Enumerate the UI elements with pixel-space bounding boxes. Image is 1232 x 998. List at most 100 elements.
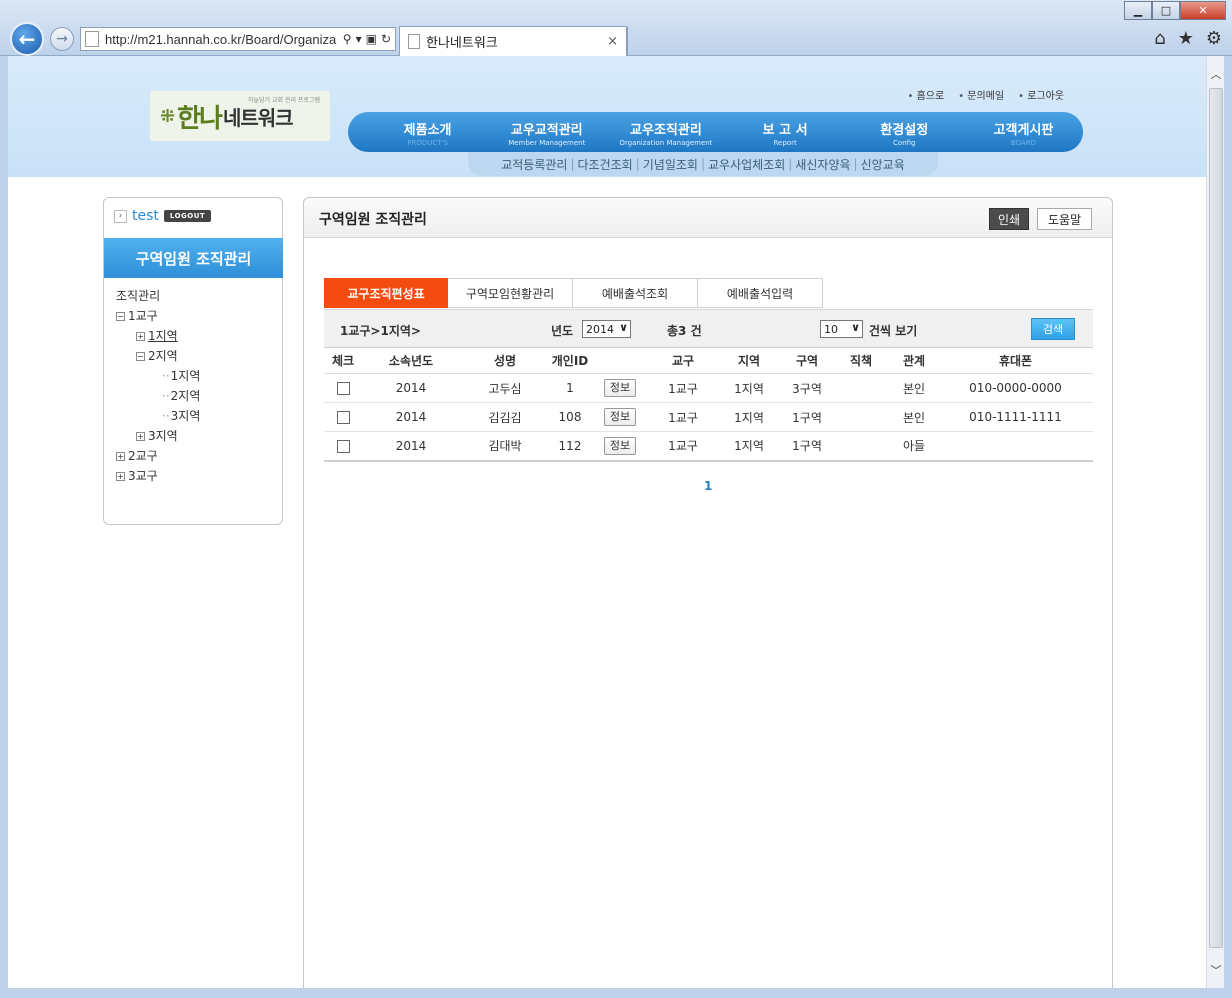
filter-bar: 1교구>1지역> 년도 2014 ∨ 총3 건 10 ∨ 건씩 보기 검색 xyxy=(324,309,1093,347)
refresh-icon[interactable]: ↻ xyxy=(381,32,391,46)
tab-attendance-view[interactable]: 예배출석조회 xyxy=(573,278,698,308)
home-icon[interactable]: ⌂ xyxy=(1154,28,1165,49)
tree-leaf[interactable]: ·· 3지역 xyxy=(116,406,200,426)
collapse-icon[interactable]: − xyxy=(116,311,125,321)
help-button[interactable]: 도움말 xyxy=(1037,208,1093,230)
tab-close-icon[interactable]: × xyxy=(607,34,626,49)
tree-node-region-3[interactable]: +3지역 xyxy=(116,426,200,446)
settings-gear-icon[interactable]: ⚙ xyxy=(1206,28,1222,49)
pagination-page-1[interactable]: 1 xyxy=(704,479,712,493)
close-window-button[interactable]: ✕ xyxy=(1180,1,1226,20)
site-logo[interactable]: ⁜ 한나 네트워크 하늘담기 교회 관리 프로그램 xyxy=(150,91,330,141)
rows-per-page-select[interactable]: 10 ∨ xyxy=(820,320,863,338)
year-select[interactable]: 2014 ∨ xyxy=(582,320,631,338)
info-button[interactable]: 정보 xyxy=(603,408,637,426)
tree-root[interactable]: 조직관리 xyxy=(116,286,200,306)
row-checkbox[interactable] xyxy=(336,382,350,395)
tree-node-region-1[interactable]: +1지역 xyxy=(116,326,200,346)
dropdown-icon[interactable]: ▾ xyxy=(356,32,362,46)
tree-label: 2지역 xyxy=(170,389,201,403)
tree-node-region-2[interactable]: −2지역 xyxy=(116,346,200,366)
content-tabs: 교구조직편성표 구역모임현황관리 예배출석조회 예배출석입력 xyxy=(324,278,823,308)
user-info: › test LOGOUT xyxy=(114,208,212,224)
nav-products[interactable]: 제품소개 PRODUCT'S xyxy=(368,112,487,152)
col-district: 구역 xyxy=(782,347,832,374)
page-title: 구역임원 조직관리 xyxy=(319,212,427,228)
info-button[interactable]: 정보 xyxy=(603,436,637,455)
subnav-anniversary[interactable]: 기념일조회 xyxy=(640,156,701,173)
expand-icon[interactable]: + xyxy=(116,451,125,461)
vertical-scrollbar[interactable]: ︿ ﹀ xyxy=(1206,56,1224,988)
tree-leaf[interactable]: ·· 2지역 xyxy=(116,386,200,406)
subnav-registration[interactable]: 교적등록관리 xyxy=(498,156,570,173)
username: test xyxy=(132,208,159,224)
subnav-newcomer[interactable]: 새신자양육 xyxy=(792,156,853,173)
row-checkbox[interactable] xyxy=(336,439,350,453)
row-checkbox[interactable] xyxy=(336,411,350,424)
address-bar[interactable]: http://m21.hannah.co.kr/Board/Organiza ⚲… xyxy=(80,27,396,51)
subnav-education[interactable]: 신앙교육 xyxy=(858,156,908,173)
cell-relation: 아들 xyxy=(890,431,938,462)
expand-icon[interactable]: + xyxy=(136,431,145,441)
tab-attendance-input[interactable]: 예배출석입력 xyxy=(698,278,823,308)
subnav-multi-search[interactable]: 다조건조회 xyxy=(575,156,636,173)
cell-relation: 본인 xyxy=(890,402,938,432)
tree-leaf[interactable]: ·· 1지역 xyxy=(116,366,200,386)
contact-mail-link[interactable]: 문의메일 xyxy=(958,87,1004,102)
nav-organization-management[interactable]: 교우조직관리 Organization Management xyxy=(606,112,725,152)
favorites-star-icon[interactable]: ★ xyxy=(1178,28,1194,49)
nav-config[interactable]: 환경설정 Config xyxy=(845,112,964,152)
collapse-icon[interactable]: − xyxy=(136,351,145,361)
search-button[interactable]: 검색 xyxy=(1031,318,1075,340)
nav-label: 보 고 서 xyxy=(762,123,808,138)
minimize-button[interactable]: ▁ xyxy=(1124,1,1152,20)
col-parish: 교구 xyxy=(650,347,716,374)
home-link[interactable]: 홈으로 xyxy=(908,87,945,102)
scroll-up-icon[interactable]: ︿ xyxy=(1209,66,1223,82)
col-phone: 휴대폰 xyxy=(938,347,1093,374)
main-navigation: 제품소개 PRODUCT'S 교우교적관리 Member Management 교우… xyxy=(348,112,1083,152)
tree-node-parish-2[interactable]: +2교구 xyxy=(116,446,200,466)
organization-tree: 조직관리 −1교구 +1지역 −2지역 ·· 1지역 ·· 2지역 ·· 3지역 +3… xyxy=(116,286,200,486)
expand-icon[interactable]: + xyxy=(116,471,125,481)
search-icon[interactable]: ⚲ xyxy=(343,32,352,46)
address-tools: ⚲ ▾ ▣ ↻ xyxy=(343,32,395,46)
url-text[interactable]: http://m21.hannah.co.kr/Board/Organiza xyxy=(105,32,343,47)
tab-parish-org-chart[interactable]: 교구조직편성표 xyxy=(324,278,448,308)
scroll-down-icon[interactable]: ﹀ xyxy=(1209,962,1223,978)
tab-district-meeting[interactable]: 구역모임현황관리 xyxy=(448,278,573,308)
logo-text-big: 한나 xyxy=(177,103,223,134)
nav-report[interactable]: 보 고 서 Report xyxy=(726,112,845,152)
window-frame-bottom xyxy=(0,988,1232,998)
forward-button[interactable]: → xyxy=(50,27,74,51)
rows-per-page-label: 건씩 보기 xyxy=(869,324,918,338)
nav-board[interactable]: 고객게시판 BOARD xyxy=(964,112,1083,152)
maximize-button[interactable]: □ xyxy=(1152,1,1180,20)
back-arrow-icon: ← xyxy=(18,27,36,51)
tree-node-parish-1[interactable]: −1교구 xyxy=(116,306,200,326)
back-button[interactable]: ← xyxy=(10,22,44,56)
cell-name: 김김김 xyxy=(460,402,550,432)
browser-tab[interactable]: 한나네트워크 × xyxy=(399,26,627,56)
logout-link[interactable]: 로그아웃 xyxy=(1018,87,1064,102)
info-button[interactable]: 정보 xyxy=(603,379,637,397)
chevron-down-icon: ∨ xyxy=(851,321,860,334)
chevron-right-icon[interactable]: › xyxy=(114,209,127,223)
window-frame-left xyxy=(0,56,8,988)
tree-node-parish-3[interactable]: +3교구 xyxy=(116,466,200,486)
cell-region: 1지역 xyxy=(716,373,782,403)
table-row: 2014 고두심 1 정보 1교구 1지역 3구역 본인 010-0000-00… xyxy=(324,373,1093,403)
year-label: 년도 xyxy=(551,324,574,338)
expand-icon[interactable]: + xyxy=(136,331,145,341)
nav-member-management[interactable]: 교우교적관리 Member Management xyxy=(487,112,606,152)
cell-relation: 본인 xyxy=(890,373,938,403)
nav-sublabel: Member Management xyxy=(508,139,586,147)
nav-sublabel: BOARD xyxy=(1010,139,1036,147)
print-button[interactable]: 인쇄 xyxy=(989,208,1030,230)
scroll-thumb[interactable] xyxy=(1209,88,1223,948)
logout-button[interactable]: LOGOUT xyxy=(163,210,212,222)
subnav-business[interactable]: 교우사업체조회 xyxy=(705,156,788,173)
tab-page-icon xyxy=(408,34,420,49)
compat-view-icon[interactable]: ▣ xyxy=(366,32,377,46)
tree-line: ·· xyxy=(162,409,170,423)
